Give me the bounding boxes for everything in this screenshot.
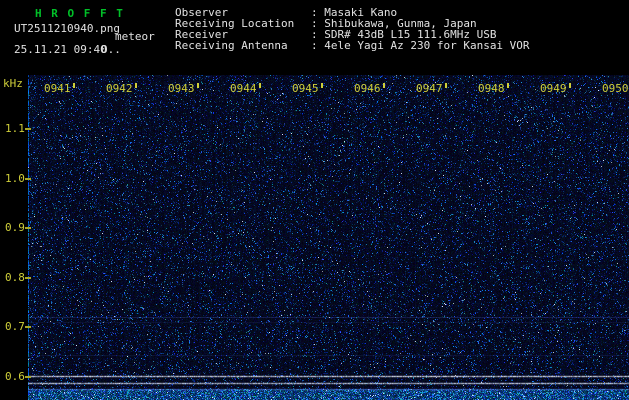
x-tick-mark <box>134 83 137 88</box>
x-tick-label-0947: 0947 <box>416 83 447 94</box>
x-tick-text: 0947 <box>416 82 443 95</box>
x-tick-label-0944: 0944 <box>230 83 261 94</box>
x-tick-mark <box>196 83 199 88</box>
x-tick-text: 0941 <box>44 82 71 95</box>
y-tick-label-0.7: 0.7 <box>5 320 25 333</box>
y-tick-mark <box>25 227 31 229</box>
x-tick-label-0950: 0950 <box>602 83 629 94</box>
x-tick-mark <box>72 83 75 88</box>
station-info-list: Observer: Masaki Kano Receiving Location:… <box>175 7 530 51</box>
hrofft-screen: H R O F F T UT2511210940.png meteor 25.1… <box>0 0 629 400</box>
x-tick-mark <box>506 83 509 88</box>
x-tick-label-0945: 0945 <box>292 83 323 94</box>
x-tick-label-0943: 0943 <box>168 83 199 94</box>
info-value: 4ele Yagi Az 230 for Kansai VOR <box>324 39 530 52</box>
y-tick-label-0.9: 0.9 <box>5 221 25 234</box>
y-tick-mark <box>25 376 31 378</box>
y-axis-unit-label: kHz <box>3 77 23 90</box>
x-tick-label-0946: 0946 <box>354 83 385 94</box>
x-tick-label-0948: 0948 <box>478 83 509 94</box>
x-tick-label-0942: 0942 <box>106 83 137 94</box>
x-tick-text: 0946 <box>354 82 381 95</box>
x-tick-text: 0944 <box>230 82 257 95</box>
x-tick-mark <box>382 83 385 88</box>
y-tick-label-0.6: 0.6 <box>5 370 25 383</box>
y-tick-mark <box>25 326 31 328</box>
x-tick-text: 0943 <box>168 82 195 95</box>
y-tick-label-0.8: 0.8 <box>5 271 25 284</box>
x-tick-text: 0942 <box>106 82 133 95</box>
x-tick-text: 0945 <box>292 82 319 95</box>
y-tick-mark <box>25 128 31 130</box>
info-colon: : <box>311 39 325 52</box>
station-name: meteor <box>115 30 155 43</box>
x-tick-label-0949: 0949 <box>540 83 571 94</box>
x-tick-label-0941: 0941 <box>44 83 75 94</box>
y-tick-label-1.1: 1.1 <box>5 122 25 135</box>
observation-datetime: 25.11.21 09:40 <box>14 43 107 56</box>
app-title: H R O F F T <box>35 7 125 20</box>
x-tick-text: 0949 <box>540 82 567 95</box>
spectrogram-canvas <box>0 75 629 400</box>
x-tick-text: 0948 <box>478 82 505 95</box>
output-filename: UT2511210940.png <box>14 22 120 35</box>
y-tick-mark <box>25 277 31 279</box>
x-tick-mark <box>258 83 261 88</box>
x-tick-text: 0950 <box>602 82 629 95</box>
status-text: O.. <box>101 43 121 56</box>
x-tick-mark <box>444 83 447 88</box>
x-tick-mark <box>320 83 323 88</box>
y-tick-label-1.0: 1.0 <box>5 172 25 185</box>
x-tick-mark <box>568 83 571 88</box>
y-tick-mark <box>25 178 31 180</box>
header-panel: H R O F F T UT2511210940.png meteor 25.1… <box>0 0 629 75</box>
info-label: Receiving Antenna <box>175 39 288 52</box>
station-info-row: Receiving Antenna: 4ele Yagi Az 230 for … <box>175 40 530 51</box>
